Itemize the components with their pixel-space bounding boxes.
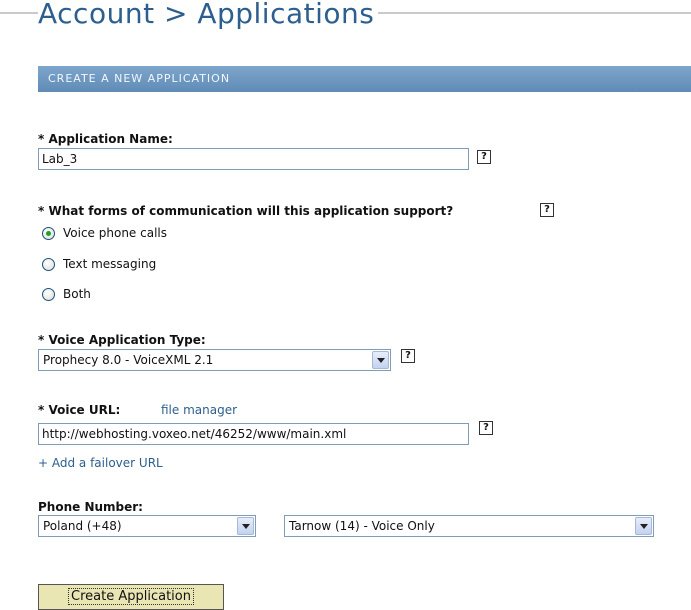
city-select[interactable]: Tarnow (14) - Voice Only <box>284 515 654 537</box>
chevron-down-icon[interactable] <box>237 517 254 535</box>
country-value: Poland (+48) <box>43 519 122 533</box>
radio-both-label: Both <box>63 287 91 301</box>
radio-selected-icon[interactable] <box>42 226 55 240</box>
radio-voice-option[interactable]: Voice phone calls <box>42 224 167 242</box>
radio-both-option[interactable]: Both <box>42 285 91 303</box>
voice-type-value: Prophecy 8.0 - VoiceXML 2.1 <box>43 353 214 367</box>
phone-number-label: Phone Number: <box>38 500 143 514</box>
country-select[interactable]: Poland (+48) <box>38 515 256 537</box>
app-name-label: * Application Name: <box>38 132 173 146</box>
create-application-label: Create Application <box>68 588 194 605</box>
chevron-down-icon[interactable] <box>372 351 389 369</box>
help-icon[interactable]: ? <box>479 421 493 435</box>
communication-label: * What forms of communication will this … <box>38 204 454 218</box>
create-application-button[interactable]: Create Application <box>38 584 224 610</box>
city-value: Tarnow (14) - Voice Only <box>289 519 435 533</box>
file-manager-link[interactable]: file manager <box>161 403 237 417</box>
radio-voice-label: Voice phone calls <box>63 226 167 240</box>
voice-type-select[interactable]: Prophecy 8.0 - VoiceXML 2.1 <box>38 349 391 371</box>
voice-type-label: * Voice Application Type: <box>38 333 206 347</box>
chevron-down-icon[interactable] <box>635 517 652 535</box>
radio-text-option[interactable]: Text messaging <box>42 255 156 273</box>
radio-text-label: Text messaging <box>63 257 157 271</box>
page-title: Account > Applications <box>38 0 379 36</box>
voice-url-label: * Voice URL: <box>38 403 121 417</box>
voice-url-input[interactable] <box>38 423 469 445</box>
help-icon[interactable]: ? <box>401 349 415 363</box>
help-icon[interactable]: ? <box>477 150 491 164</box>
radio-icon[interactable] <box>42 287 55 301</box>
add-failover-link[interactable]: + Add a failover URL <box>38 456 163 470</box>
app-name-input[interactable] <box>38 148 469 170</box>
radio-icon[interactable] <box>42 257 55 271</box>
section-header: CREATE A NEW APPLICATION <box>38 66 691 92</box>
help-icon[interactable]: ? <box>540 203 554 217</box>
